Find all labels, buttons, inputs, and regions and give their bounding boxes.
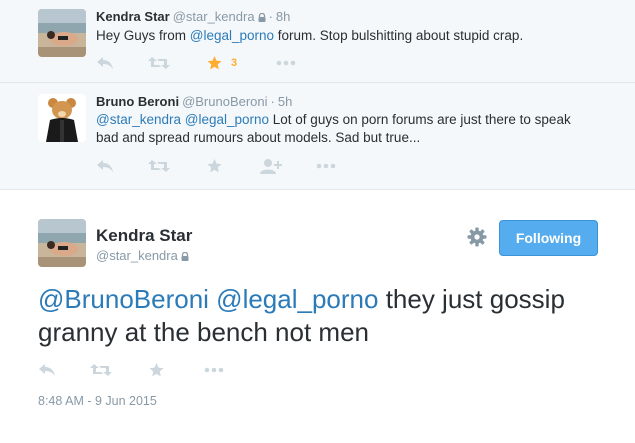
retweet-button[interactable] xyxy=(90,361,112,379)
following-button[interactable]: Following xyxy=(499,220,598,256)
mention-link[interactable]: @legal_porno xyxy=(190,28,274,43)
mention-link[interactable]: @BrunoBeroni xyxy=(38,284,209,314)
reply-icon xyxy=(97,57,113,69)
context-tweet-bruno[interactable]: Bruno Beroni @BrunoBeroni · 5h @star_kendra… xyxy=(0,83,635,190)
lock-icon xyxy=(258,13,266,22)
star-icon xyxy=(207,159,222,173)
mention-link[interactable]: @legal_porno xyxy=(185,112,269,127)
more-button[interactable] xyxy=(276,54,296,72)
user-actions-button[interactable] xyxy=(467,227,487,247)
star-icon xyxy=(207,56,222,70)
more-button[interactable] xyxy=(204,361,224,379)
favorite-button[interactable]: 3 xyxy=(206,54,237,72)
context-tweet-kendra[interactable]: Kendra Star @star_kendra · 8h Hey Guys from… xyxy=(0,0,635,83)
tweet-text: @star_kendra @legal_porno Lot of guys on… xyxy=(96,111,596,147)
user-screen-name[interactable]: @star_kendra xyxy=(173,9,255,24)
user-fullname[interactable]: Kendra Star xyxy=(96,226,192,246)
user-screen-name-line: @star_kendra xyxy=(96,248,189,263)
retweet-icon xyxy=(90,364,112,376)
tweet-header: Bruno Beroni @BrunoBeroni · 5h xyxy=(96,94,292,109)
separator-dot: · xyxy=(268,9,273,24)
user-fullname[interactable]: Bruno Beroni xyxy=(96,94,179,109)
user-fullname[interactable]: Kendra Star xyxy=(96,9,170,24)
favorite-button[interactable] xyxy=(148,361,165,379)
user-screen-name[interactable]: @star_kendra xyxy=(96,248,178,263)
tweet-time[interactable]: 5h xyxy=(278,94,292,109)
tweet-header: Kendra Star @star_kendra · 8h xyxy=(96,9,290,24)
user-avatar-bruno[interactable] xyxy=(38,94,86,142)
reply-icon xyxy=(97,160,113,172)
text-segment: forum. Stop bulshitting about stupid cra… xyxy=(274,28,524,43)
more-button[interactable] xyxy=(316,157,336,175)
retweet-button[interactable] xyxy=(148,54,170,72)
tweet-time[interactable]: 8h xyxy=(276,9,290,24)
more-icon xyxy=(276,60,296,66)
reply-button[interactable] xyxy=(96,54,114,72)
user-avatar-kendra[interactable] xyxy=(38,219,86,267)
tweet-timestamp[interactable]: 8:48 AM - 9 Jun 2015 xyxy=(38,394,157,408)
reply-icon xyxy=(39,364,55,376)
text-segment: Hey Guys from xyxy=(96,28,190,43)
follow-user-button[interactable] xyxy=(260,157,282,175)
more-icon xyxy=(204,367,224,373)
reply-button[interactable] xyxy=(38,361,56,379)
separator-dot: · xyxy=(270,94,275,109)
reply-button[interactable] xyxy=(96,157,114,175)
tweet-text: Hey Guys from @legal_porno forum. Stop b… xyxy=(96,27,596,45)
retweet-button[interactable] xyxy=(148,157,170,175)
favorite-count: 3 xyxy=(231,57,238,69)
mention-link[interactable]: @legal_porno xyxy=(216,284,378,314)
retweet-icon xyxy=(148,57,170,69)
star-icon xyxy=(149,363,164,377)
more-icon xyxy=(316,163,336,169)
tweet-text: @BrunoBeroni @legal_porno they just goss… xyxy=(38,283,598,349)
retweet-icon xyxy=(148,160,170,172)
user-screen-name[interactable]: @BrunoBeroni xyxy=(182,94,267,109)
mention-link[interactable]: @star_kendra xyxy=(96,112,181,127)
gear-icon xyxy=(467,227,487,247)
favorite-button[interactable] xyxy=(206,157,223,175)
lock-icon xyxy=(181,252,189,261)
user-avatar-kendra[interactable] xyxy=(38,9,86,57)
follow-icon xyxy=(260,159,282,174)
